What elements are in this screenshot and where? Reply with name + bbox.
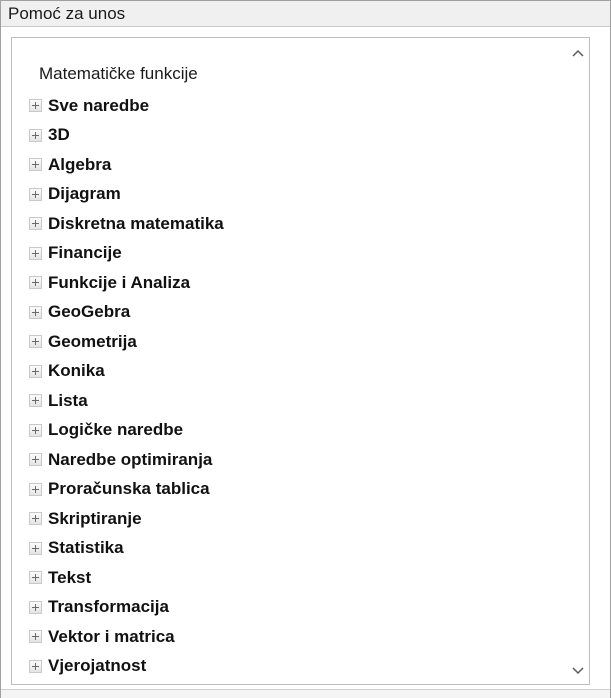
tree-item-algebra[interactable]: Algebra <box>29 150 224 180</box>
expand-plus-icon[interactable] <box>29 394 42 408</box>
tree-item-geogebra[interactable]: GeoGebra <box>29 298 224 328</box>
tree-item-statistika[interactable]: Statistika <box>29 534 224 564</box>
tree-item-skriptiranje[interactable]: Skriptiranje <box>29 504 224 534</box>
tree-item-konika[interactable]: Konika <box>29 357 224 387</box>
command-category-list: Sve naredbe 3D Algebra Dijagram Diskretn… <box>29 91 224 681</box>
tree-item-label: Algebra <box>48 154 112 174</box>
tree-item-transformacija[interactable]: Transformacija <box>29 593 224 623</box>
tree-item-vektor-i-matrica[interactable]: Vektor i matrica <box>29 622 224 652</box>
tree-item-label: Vjerojatnost <box>48 656 147 676</box>
tree-item-label: Lista <box>48 390 88 410</box>
tree-item-diskretna-matematika[interactable]: Diskretna matematika <box>29 209 224 239</box>
expand-plus-icon[interactable] <box>29 541 42 555</box>
tree-item-naredbe-optimiranja[interactable]: Naredbe optimiranja <box>29 445 224 475</box>
tree-item-label: Proračunska tablica <box>48 479 210 499</box>
input-help-panel: Pomoć za unos Matematičke funkcije Sve n… <box>0 0 611 698</box>
expand-plus-icon[interactable] <box>29 482 42 496</box>
tree-item-label: Logičke naredbe <box>48 420 184 440</box>
expand-plus-icon[interactable] <box>29 158 42 172</box>
expand-plus-icon[interactable] <box>29 335 42 349</box>
tree-item-label: GeoGebra <box>48 302 131 322</box>
tree-item-label: Financije <box>48 243 122 263</box>
command-tree-view[interactable]: Matematičke funkcije Sve naredbe 3D Alge… <box>11 37 590 685</box>
tree-item-3d[interactable]: 3D <box>29 121 224 151</box>
chevron-down-icon[interactable] <box>571 664 585 678</box>
expand-plus-icon[interactable] <box>29 246 42 260</box>
expand-plus-icon[interactable] <box>29 659 42 673</box>
tree-item-sve-naredbe[interactable]: Sve naredbe <box>29 91 224 121</box>
expand-plus-icon[interactable] <box>29 453 42 467</box>
expand-plus-icon[interactable] <box>29 276 42 290</box>
tree-item-label: Naredbe optimiranja <box>48 449 213 469</box>
tree-item-label: Diskretna matematika <box>48 213 224 233</box>
expand-plus-icon[interactable] <box>29 423 42 437</box>
expand-plus-icon[interactable] <box>29 512 42 526</box>
panel-header: Pomoć za unos <box>1 1 610 27</box>
tree-root-label: Matematičke funkcije <box>39 64 198 83</box>
tree-item-tekst[interactable]: Tekst <box>29 563 224 593</box>
expand-plus-icon[interactable] <box>29 364 42 378</box>
expand-plus-icon[interactable] <box>29 217 42 231</box>
expand-plus-icon[interactable] <box>29 571 42 585</box>
tree-item-vjerojatnost[interactable]: Vjerojatnost <box>29 652 224 682</box>
panel-footer-bar <box>1 689 610 698</box>
chevron-up-icon[interactable] <box>571 46 585 60</box>
tree-item-label: Sve naredbe <box>48 95 150 115</box>
tree-item-label: Skriptiranje <box>48 508 142 528</box>
panel-title: Pomoć za unos <box>8 4 126 23</box>
tree-item-label: Geometrija <box>48 331 137 351</box>
tree-item-label: Funkcije i Analiza <box>48 272 191 292</box>
expand-plus-icon[interactable] <box>29 128 42 142</box>
expand-plus-icon[interactable] <box>29 630 42 644</box>
expand-plus-icon[interactable] <box>29 600 42 614</box>
tree-item-lista[interactable]: Lista <box>29 386 224 416</box>
expand-plus-icon[interactable] <box>29 305 42 319</box>
tree-item-logicke-naredbe[interactable]: Logičke naredbe <box>29 416 224 446</box>
tree-item-geometrija[interactable]: Geometrija <box>29 327 224 357</box>
tree-item-label: Tekst <box>48 567 92 587</box>
tree-item-funkcije-i-analiza[interactable]: Funkcije i Analiza <box>29 268 224 298</box>
tree-item-label: Statistika <box>48 538 124 558</box>
tree-item-label: Dijagram <box>48 184 121 204</box>
expand-plus-icon[interactable] <box>29 187 42 201</box>
tree-item-label: Transformacija <box>48 597 169 617</box>
tree-item-label: Vektor i matrica <box>48 626 175 646</box>
tree-item-label: Konika <box>48 361 105 381</box>
tree-item-dijagram[interactable]: Dijagram <box>29 180 224 210</box>
tree-item-label: 3D <box>48 125 70 145</box>
tree-item-proracunska-tablica[interactable]: Proračunska tablica <box>29 475 224 505</box>
tree-item-financije[interactable]: Financije <box>29 239 224 269</box>
expand-plus-icon[interactable] <box>29 99 42 113</box>
